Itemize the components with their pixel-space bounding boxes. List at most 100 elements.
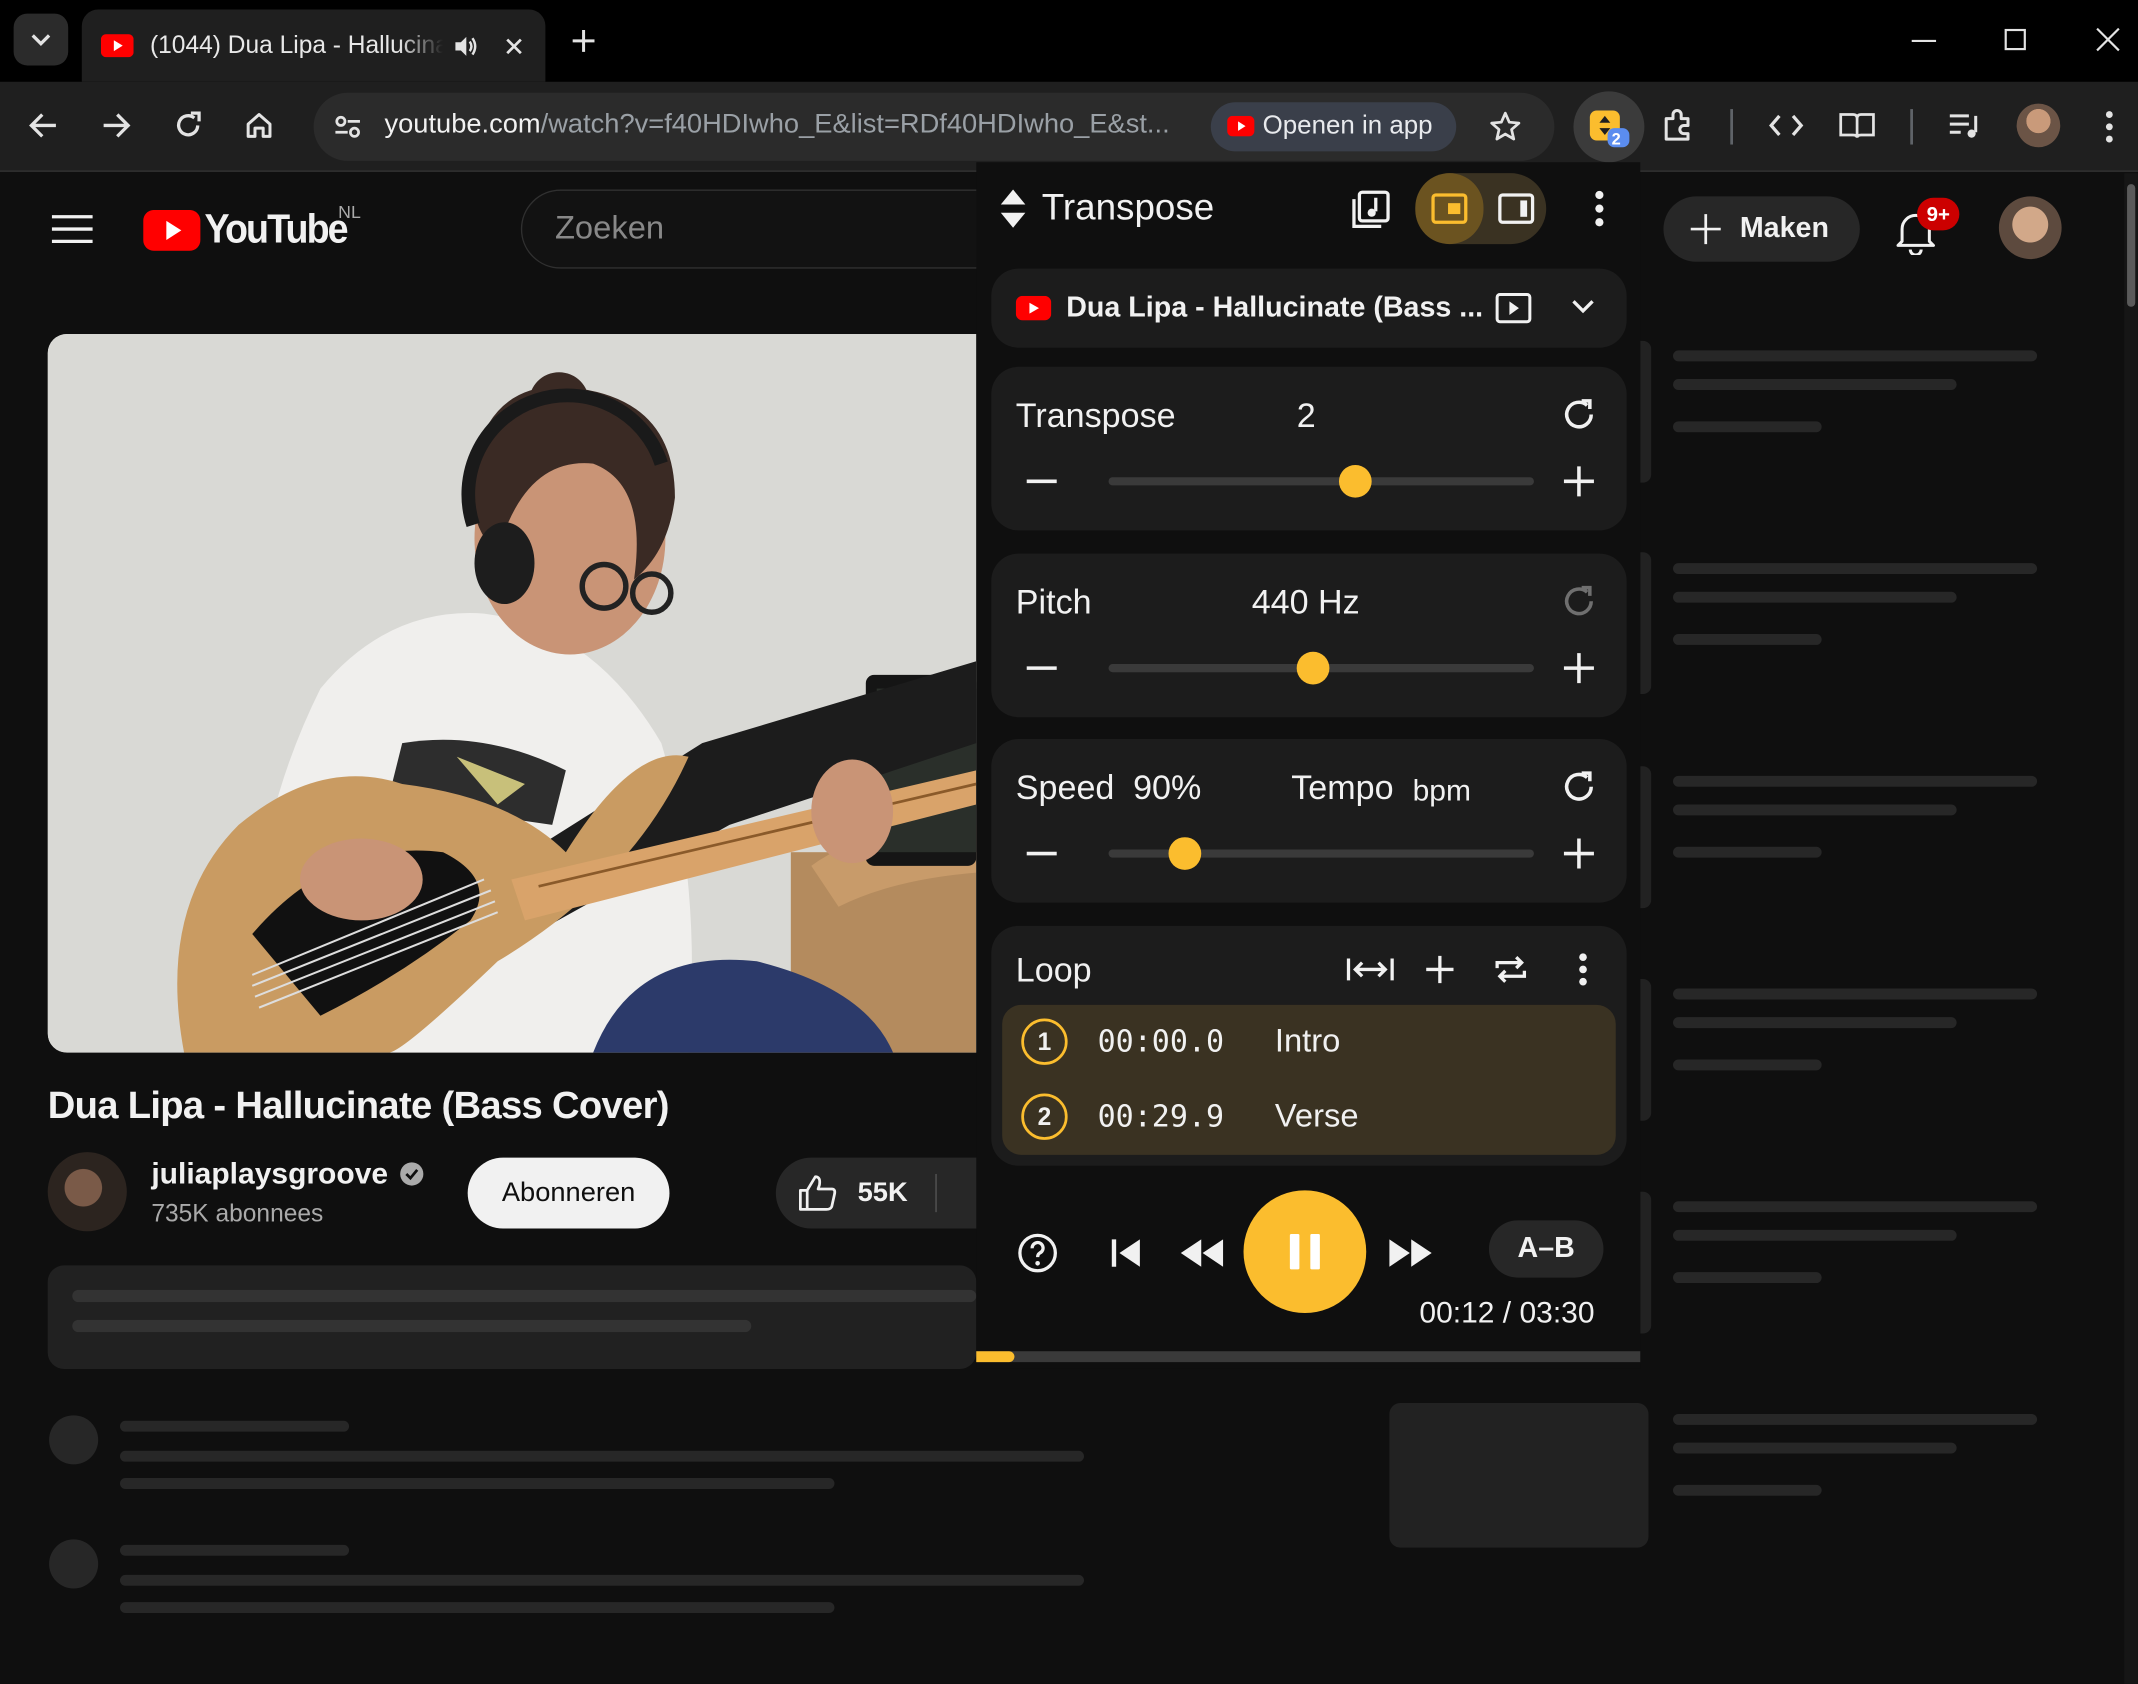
transpose-slider[interactable] — [1108, 464, 1534, 498]
pitch-plus-icon[interactable] — [1558, 648, 1599, 689]
extensions-button[interactable] — [1653, 100, 1705, 152]
transpose-card: Transpose 2 — [991, 366, 1627, 531]
tab-search-button[interactable] — [13, 13, 69, 66]
chevron-down-icon[interactable] — [1571, 299, 1596, 315]
layout-toggle — [1415, 173, 1547, 245]
pause-button[interactable] — [1243, 1190, 1367, 1314]
transpose-extension-button[interactable]: 2 — [1573, 91, 1645, 163]
verified-icon — [399, 1162, 423, 1186]
browser-tab[interactable]: (1044) Dua Lipa - Hallucinate (Bass Cove… — [81, 9, 546, 82]
speed-slider[interactable] — [1108, 837, 1534, 870]
pause-icon — [1289, 1233, 1320, 1270]
progress-bar[interactable] — [976, 1351, 1641, 1363]
maximize-icon[interactable] — [2004, 28, 2026, 51]
skeleton-line — [119, 1544, 350, 1556]
more-vertical-icon[interactable] — [2104, 109, 2115, 144]
plus-icon — [1690, 214, 1721, 245]
media-selector[interactable]: Dua Lipa - Hallucinate (Bass ... — [991, 268, 1627, 348]
speed-minus-icon[interactable] — [1021, 833, 1062, 874]
loop-range-icon[interactable] — [1346, 953, 1395, 986]
speaker-icon[interactable] — [451, 32, 478, 59]
loop-item[interactable]: 1 00:00.0 Intro — [1002, 1005, 1616, 1079]
speed-label: Speed — [1015, 769, 1115, 808]
skeleton-line — [1673, 1017, 1957, 1029]
skeleton-line — [1673, 846, 1822, 858]
toolbar-divider — [1910, 109, 1913, 145]
playback-time: 00:12 / 03:30 — [1419, 1295, 1595, 1330]
pitch-slider[interactable] — [1108, 651, 1534, 685]
skip-previous-icon[interactable] — [1107, 1234, 1145, 1272]
address-bar[interactable]: youtube.com/watch?v=f40HDIwho_E&list=RDf… — [313, 92, 1555, 161]
transpose-plus-icon[interactable] — [1558, 461, 1599, 502]
youtube-app-icon — [1227, 115, 1255, 137]
picture-in-picture-icon — [1431, 193, 1468, 224]
skeleton-line — [1673, 1272, 1822, 1284]
notifications-button[interactable]: 9+ — [1895, 197, 1960, 258]
skeleton-line — [119, 1450, 1084, 1462]
hamburger-menu-icon[interactable] — [51, 214, 93, 244]
search-input[interactable]: Zoeken — [520, 189, 985, 269]
devtools-button[interactable] — [1760, 100, 1812, 152]
transpose-slider-thumb[interactable] — [1338, 464, 1372, 498]
speed-slider-thumb[interactable] — [1168, 837, 1202, 870]
panel-menu-icon[interactable] — [1594, 190, 1605, 228]
help-icon[interactable] — [1016, 1231, 1060, 1275]
comment-avatar-placeholder — [49, 1415, 99, 1465]
minimize-icon[interactable] — [1911, 38, 1937, 43]
add-loop-icon[interactable] — [1423, 953, 1456, 986]
speed-plus-icon[interactable] — [1558, 833, 1599, 874]
video-player[interactable] — [47, 334, 977, 1053]
sidebar-layout-button[interactable] — [1486, 173, 1546, 244]
fast-forward-icon[interactable] — [1385, 1234, 1434, 1272]
close-tab-icon[interactable] — [503, 35, 525, 57]
open-in-app-button[interactable]: Openen in app — [1210, 102, 1457, 152]
forward-button[interactable] — [90, 100, 142, 152]
channel-avatar[interactable] — [47, 1152, 127, 1232]
youtube-logo-text: YouTube — [204, 207, 349, 253]
video-title: Dua Lipa - Hallucinate (Bass Cover) — [47, 1083, 670, 1127]
loop-item[interactable]: 2 00:29.9 Verse — [1002, 1080, 1616, 1154]
create-button[interactable]: Maken — [1663, 196, 1860, 262]
skeleton-line — [1673, 1442, 1957, 1454]
progress-fill — [976, 1351, 1015, 1363]
rewind-icon[interactable] — [1178, 1234, 1227, 1272]
like-button[interactable]: 55K — [775, 1157, 1008, 1229]
scrollbar-thumb[interactable] — [2127, 184, 2136, 307]
close-window-icon[interactable] — [2096, 27, 2121, 52]
reset-speed-icon[interactable] — [1561, 769, 1596, 804]
skeleton-line — [1673, 563, 2038, 575]
youtube-source-icon — [1015, 295, 1052, 321]
reset-pitch-icon[interactable] — [1561, 584, 1596, 619]
reset-transpose-icon[interactable] — [1561, 397, 1596, 432]
subscribe-button[interactable]: Abonneren — [467, 1157, 670, 1229]
transpose-minus-icon[interactable] — [1021, 461, 1062, 502]
channel-name[interactable]: juliaplaysgroove — [151, 1156, 388, 1191]
back-button[interactable] — [18, 100, 70, 152]
youtube-logo[interactable]: YouTube NL — [143, 202, 361, 253]
bookmark-star-icon[interactable] — [1489, 110, 1522, 143]
loop-time: 00:29.9 — [1097, 1100, 1225, 1135]
play-video-icon[interactable] — [1494, 292, 1532, 325]
skeleton-line — [1673, 775, 2038, 787]
site-settings-icon[interactable] — [333, 112, 363, 142]
video-frame-image — [47, 334, 977, 1053]
popup-layout-button[interactable] — [1415, 173, 1484, 245]
ab-repeat-button[interactable]: A–B — [1488, 1220, 1604, 1278]
open-in-window-button[interactable] — [1344, 184, 1396, 236]
pitch-value: 440 Hz — [1251, 583, 1360, 622]
reload-button[interactable] — [162, 100, 214, 152]
repeat-icon[interactable] — [1492, 950, 1530, 988]
reading-mode-button[interactable] — [1831, 100, 1883, 152]
pitch-slider-thumb[interactable] — [1296, 651, 1330, 685]
page-scrollbar[interactable] — [2124, 173, 2138, 1684]
loop-menu-icon[interactable] — [1578, 952, 1589, 987]
home-button[interactable] — [233, 100, 285, 152]
new-tab-icon[interactable] — [570, 27, 597, 54]
region-label: NL — [338, 201, 361, 223]
account-avatar[interactable] — [1998, 196, 2062, 260]
media-controls-button[interactable] — [1939, 100, 1991, 152]
url-text[interactable]: youtube.com/watch?v=f40HDIwho_E&list=RDf… — [385, 109, 1203, 140]
thumbnail-placeholder — [1389, 1403, 1649, 1548]
pitch-minus-icon[interactable] — [1021, 648, 1062, 689]
profile-avatar[interactable] — [2016, 103, 2061, 148]
